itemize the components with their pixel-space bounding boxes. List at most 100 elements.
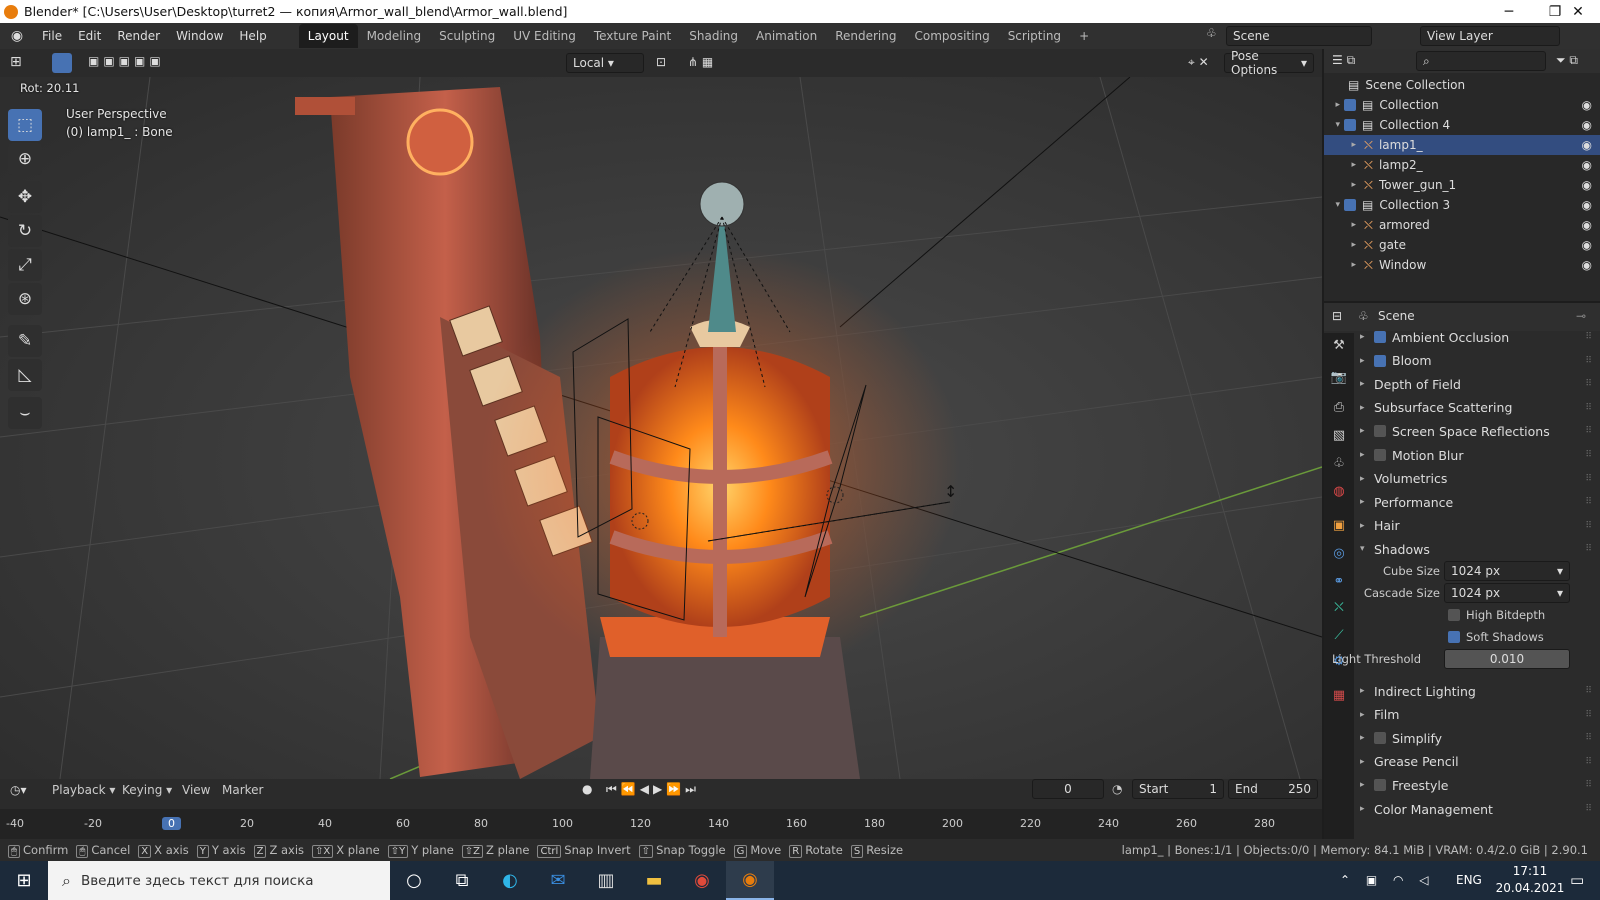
- expand-icon[interactable]: ▸: [1360, 710, 1374, 720]
- panel-header[interactable]: ▸ Grease Pencil ⠿: [1360, 751, 1596, 773]
- drag-handle[interactable]: ⠿: [1585, 474, 1592, 484]
- eye-icon[interactable]: ◉: [1582, 178, 1592, 192]
- chrome-icon[interactable]: ◉: [678, 861, 726, 900]
- scene-selector[interactable]: Scene: [1226, 26, 1372, 46]
- display-mode-icon[interactable]: ☰ ⧉: [1332, 53, 1355, 68]
- expand-icon[interactable]: ▸: [1360, 804, 1374, 814]
- scene-tab-icon[interactable]: ♧: [1330, 455, 1348, 473]
- drag-handle[interactable]: ⠿: [1585, 686, 1592, 696]
- menu-edit[interactable]: Edit: [70, 29, 109, 43]
- outliner-row[interactable]: ▸ ⛌ lamp2_ ◉: [1324, 155, 1600, 175]
- outliner-row[interactable]: ▸ ⛌ Tower_gun_1 ◉: [1324, 175, 1600, 195]
- start-frame-field[interactable]: Start 1: [1132, 779, 1224, 799]
- exclude-checkbox[interactable]: [1344, 119, 1356, 131]
- cube-size-dropdown[interactable]: 1024 px ▾: [1444, 561, 1570, 581]
- tab-uv-editing[interactable]: UV Editing: [504, 24, 585, 48]
- notifications-icon[interactable]: ▭: [1570, 871, 1584, 889]
- clock-time[interactable]: 17:11: [1500, 864, 1560, 878]
- texture-tab-icon[interactable]: ▦: [1330, 687, 1348, 705]
- drag-handle[interactable]: ⠿: [1585, 757, 1592, 767]
- bone-tab-icon[interactable]: ⟋: [1330, 627, 1348, 645]
- expand-icon[interactable]: ▸: [1324, 180, 1360, 190]
- outliner-row[interactable]: ▸ ⛌ lamp1_ ◉: [1324, 135, 1600, 155]
- tab-texture-paint[interactable]: Texture Paint: [585, 24, 680, 48]
- cascade-size-dropdown[interactable]: 1024 px ▾: [1444, 583, 1570, 603]
- tab-rendering[interactable]: Rendering: [826, 24, 905, 48]
- expand-icon[interactable]: ▸: [1324, 220, 1360, 230]
- drag-handle[interactable]: ⠿: [1585, 733, 1592, 743]
- eye-icon[interactable]: ◉: [1582, 198, 1592, 212]
- select-box-tool-icon[interactable]: ⬚: [8, 109, 42, 141]
- add-workspace-button[interactable]: +: [1070, 24, 1098, 48]
- panel-header[interactable]: ▸ Subsurface Scattering ⠿: [1360, 397, 1596, 419]
- high-bitdepth-row[interactable]: High Bitdepth: [1448, 608, 1545, 622]
- panel-header[interactable]: ▸ Indirect Lighting ⠿: [1360, 680, 1596, 702]
- expand-icon[interactable]: ▸: [1360, 450, 1374, 460]
- expand-icon[interactable]: ▸: [1360, 686, 1374, 696]
- drag-handle[interactable]: ⠿: [1585, 450, 1592, 460]
- close-button[interactable]: ✕: [1556, 0, 1600, 23]
- drag-handle[interactable]: ⠿: [1585, 544, 1592, 554]
- outliner-row[interactable]: ▸ ⛌ gate ◉: [1324, 235, 1600, 255]
- menu-view[interactable]: View: [182, 783, 210, 797]
- blender-menu-icon[interactable]: ◉: [0, 28, 34, 44]
- panel-header[interactable]: ▸ Freestyle ⠿: [1360, 774, 1596, 796]
- pin-icon[interactable]: ⊸: [1576, 309, 1586, 323]
- drag-handle[interactable]: ⠿: [1585, 332, 1592, 342]
- panel-header[interactable]: ▸ Bloom ⠿: [1360, 350, 1596, 372]
- end-frame-field[interactable]: End 250: [1228, 779, 1318, 799]
- eye-icon[interactable]: ◉: [1582, 258, 1592, 272]
- outliner-row[interactable]: ▾ ▤ Collection 3 ◉: [1324, 195, 1600, 215]
- expand-icon[interactable]: ▸: [1360, 379, 1374, 389]
- panel-checkbox[interactable]: [1374, 732, 1386, 745]
- snap-icon[interactable]: ⋔ ▦: [688, 55, 713, 69]
- eye-icon[interactable]: ◉: [1582, 238, 1592, 252]
- measure-tool-icon[interactable]: ◺: [8, 359, 42, 391]
- panel-checkbox[interactable]: [1374, 449, 1386, 461]
- high-bitdepth-checkbox[interactable]: [1448, 609, 1460, 621]
- panel-header[interactable]: ▾ Shadows ⠿: [1360, 538, 1596, 560]
- outliner-row[interactable]: ▸ ▤ Collection ◉: [1324, 95, 1600, 115]
- outliner-row[interactable]: ▾ ▤ Collection 4 ◉: [1324, 115, 1600, 135]
- expand-icon[interactable]: ▸: [1360, 521, 1374, 531]
- expand-icon[interactable]: ▸: [1360, 497, 1374, 507]
- panel-checkbox[interactable]: [1374, 331, 1386, 343]
- expand-icon[interactable]: ▸: [1324, 100, 1344, 110]
- file-explorer-icon[interactable]: ▬: [630, 861, 678, 900]
- panel-header[interactable]: ▸ Screen Space Reflections ⠿: [1360, 420, 1596, 442]
- soft-shadows-checkbox[interactable]: [1448, 631, 1460, 643]
- drag-handle[interactable]: ⠿: [1585, 497, 1592, 507]
- expand-icon[interactable]: ▸: [1360, 356, 1374, 366]
- cursor-tool-icon[interactable]: ⊕: [8, 143, 42, 175]
- panel-header[interactable]: ▸ Depth of Field ⠿: [1360, 373, 1596, 395]
- taskbar-search[interactable]: ⌕ Введите здесь текст для поиска: [48, 861, 390, 900]
- expand-icon[interactable]: ▾: [1324, 200, 1344, 210]
- exclude-checkbox[interactable]: [1344, 199, 1356, 211]
- menu-marker[interactable]: Marker: [222, 783, 263, 797]
- menu-help[interactable]: Help: [231, 29, 274, 43]
- panel-header[interactable]: ▸ Hair ⠿: [1360, 515, 1596, 537]
- eye-icon[interactable]: ◉: [1582, 138, 1592, 152]
- annotate-tool-icon[interactable]: ✎: [8, 325, 42, 357]
- blender-taskbar-icon[interactable]: ◉: [726, 861, 774, 900]
- menu-keying[interactable]: Keying ▾: [122, 783, 172, 797]
- drag-handle[interactable]: ⠿: [1585, 804, 1592, 814]
- drag-handle[interactable]: ⠿: [1585, 780, 1592, 790]
- menu-file[interactable]: File: [34, 29, 70, 43]
- view-layer-tab-icon[interactable]: ▧: [1330, 427, 1348, 445]
- windows-start-icon[interactable]: ⊞: [0, 861, 48, 900]
- eye-icon[interactable]: ◉: [1582, 218, 1592, 232]
- panel-header[interactable]: ▸ Color Management ⠿: [1360, 798, 1596, 820]
- world-tab-icon[interactable]: ◍: [1330, 483, 1348, 501]
- tray-icons[interactable]: ⌃ ▣ ◠ ◁: [1340, 873, 1435, 887]
- object-tab-icon[interactable]: ▣: [1330, 517, 1348, 535]
- drag-handle[interactable]: ⠿: [1585, 403, 1592, 413]
- task-view-icon[interactable]: ⧉: [438, 861, 486, 900]
- current-frame-field[interactable]: 0: [1032, 779, 1104, 799]
- tab-modeling[interactable]: Modeling: [358, 24, 431, 48]
- panel-header[interactable]: ▸ Performance ⠿: [1360, 491, 1596, 513]
- pivot-point-icon[interactable]: ⊡: [656, 55, 666, 69]
- frame-ruler[interactable]: -40 -20 0 20 40 60 80 100 120 140 160 180 200 220 240 2…: [0, 809, 1322, 839]
- outliner-search-input[interactable]: ⌕: [1416, 51, 1546, 71]
- drag-handle[interactable]: ⠿: [1585, 379, 1592, 389]
